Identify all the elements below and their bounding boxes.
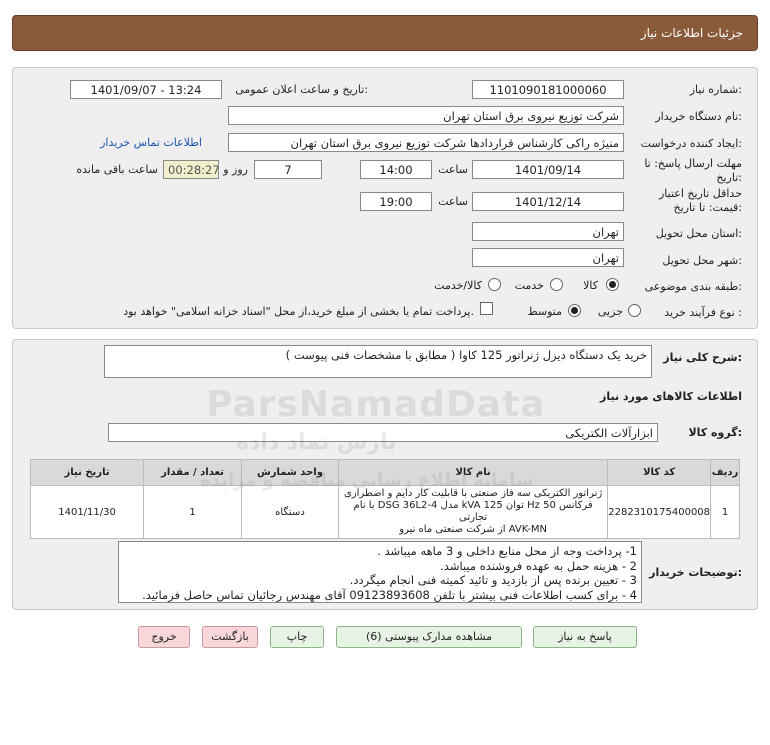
category-radio-goods-service[interactable] — [488, 278, 501, 291]
city-label: شهر محل تحویل: — [662, 254, 742, 267]
goods-table-header: ردیف کد کالا نام کالا واحد شمارش تعداد /… — [29, 459, 740, 486]
buyer-label: نام دستگاه خریدار: — [655, 110, 742, 123]
print-button[interactable]: چاپ — [270, 626, 324, 648]
table-row: 1 2282310175400008 ژنراتور الکتریکی سه ف… — [29, 485, 740, 539]
contact-buyer-link[interactable]: اطلاعات تماس خریدار — [100, 136, 202, 149]
process-radio-partial[interactable] — [628, 304, 641, 317]
goods-group-label: گروه کالا: — [688, 426, 742, 439]
deadline-time-field: 14:00 — [360, 160, 432, 179]
cell-name-line2: فرکانس Hz 50 توان kVA 125 مدل DSG 36L2-4… — [353, 500, 593, 523]
process-option-medium: متوسط — [527, 305, 562, 318]
category-option-service: خدمت — [514, 279, 544, 292]
col-qty: تعداد / مقدار — [143, 459, 242, 486]
attachments-button[interactable]: مشاهده مدارک پیوستی (6) — [336, 626, 522, 648]
buyer-note-line: 3 - تعیین برنده پس از بازدید و تائید کمی… — [349, 573, 637, 587]
province-field: تهران — [472, 222, 624, 241]
days-label: روز و — [223, 163, 248, 176]
buyer-notes-box: 1- پرداخت وجه از محل منابع داخلی و 3 ماه… — [118, 541, 642, 603]
cell-date: 1401/11/30 — [29, 485, 145, 539]
cell-name: ژنراتور الکتریکی سه فاز صنعتی با قابلیت … — [337, 485, 609, 539]
page-title: جزئیات اطلاعات نیاز — [640, 26, 743, 40]
exit-button[interactable]: خروج — [138, 626, 190, 648]
process-option-partial: جزیی — [597, 305, 623, 318]
cell-name-line3: AVK-MN از شرکت صنعتی ماه نیرو — [399, 524, 547, 535]
reply-button[interactable]: پاسخ به نیاز — [533, 626, 637, 648]
cell-code: 2282310175400008 — [607, 485, 712, 539]
category-label: طبقه بندی موضوعی: — [644, 280, 742, 293]
buyer-note-line: 4 - برای کسب اطلاعات فنی بیشتر با تلفن 0… — [142, 587, 637, 602]
cell-unit: دستگاه — [240, 485, 339, 539]
process-label: نوع فرآیند خرید : — [664, 306, 742, 319]
need-number-field: 1101090181000060 — [472, 80, 624, 99]
creator-label: ایجاد کننده درخواست: — [640, 137, 742, 150]
validity-label: حداقل تاریخ اعتبار قیمت: تا تاریخ: — [658, 187, 742, 214]
col-row: ردیف — [710, 459, 740, 486]
buyer-notes-label: توضیحات خریدار: — [649, 566, 742, 579]
col-name: نام کالا — [337, 459, 609, 486]
goods-group-field: ابزارآلات الکتریکی — [108, 423, 658, 442]
creator-field: منیژه راکی کارشناس قراردادها شرکت توزیع … — [228, 133, 624, 152]
days-remaining-field: 7 — [254, 160, 322, 179]
city-field: تهران — [472, 248, 624, 267]
treasury-payment-checkbox[interactable] — [480, 302, 493, 315]
cell-name-line1: ژنراتور الکتریکی سه فاز صنعتی با قابلیت … — [343, 488, 603, 499]
treasury-payment-note: پرداخت تمام یا بخشی از مبلغ خرید،از محل … — [123, 305, 474, 318]
deadline-date-field: 1401/09/14 — [472, 160, 624, 179]
category-option-goods: کالا — [583, 279, 598, 292]
validity-time-label: ساعت — [438, 195, 468, 208]
summary-field: خرید یک دستگاه دیزل ژنراتور 125 کاوا ( م… — [104, 345, 652, 378]
cell-qty: 1 — [143, 485, 242, 539]
validity-date-field: 1401/12/14 — [472, 192, 624, 211]
announce-label: تاریخ و ساعت اعلان عمومی: — [235, 83, 368, 96]
back-button[interactable]: بازگشت — [202, 626, 258, 648]
buyer-field: شرکت توزیع نیروی برق استان تهران — [228, 106, 624, 125]
col-date: تاریخ نیاز — [29, 459, 145, 486]
category-option-goods-service: کالا/خدمت — [434, 279, 482, 292]
cell-row: 1 — [710, 485, 740, 539]
page-header: جزئیات اطلاعات نیاز — [12, 15, 758, 51]
summary-label: شرح کلی نیاز: — [663, 351, 742, 364]
category-radio-goods[interactable] — [606, 278, 619, 291]
need-number-label: شماره نیاز: — [689, 83, 742, 96]
buyer-note-line: 2 - هزینه حمل به عهده فروشنده میباشد. — [440, 558, 637, 573]
deadline-time-label: ساعت — [438, 163, 468, 176]
buyer-note-line: 1- پرداخت وجه از محل منابع داخلی و 3 ماه… — [377, 544, 637, 558]
announce-field: 1401/09/07 - 13:24 — [70, 80, 222, 99]
goods-section-title: اطلاعات کالاهای مورد نیاز — [600, 390, 742, 403]
time-remaining-field: 00:28:27 — [163, 160, 219, 179]
process-radio-medium[interactable] — [568, 304, 581, 317]
time-remaining-label: ساعت باقی مانده — [76, 163, 158, 176]
validity-time-field: 19:00 — [360, 192, 432, 211]
deadline-label: مهلت ارسال پاسخ: تا تاریخ: — [644, 157, 742, 184]
goods-table: ردیف کد کالا نام کالا واحد شمارش تعداد /… — [29, 459, 740, 539]
province-label: استان محل تحویل: — [655, 227, 742, 240]
category-radio-service[interactable] — [550, 278, 563, 291]
col-unit: واحد شمارش — [240, 459, 339, 486]
col-code: کد کالا — [607, 459, 712, 486]
